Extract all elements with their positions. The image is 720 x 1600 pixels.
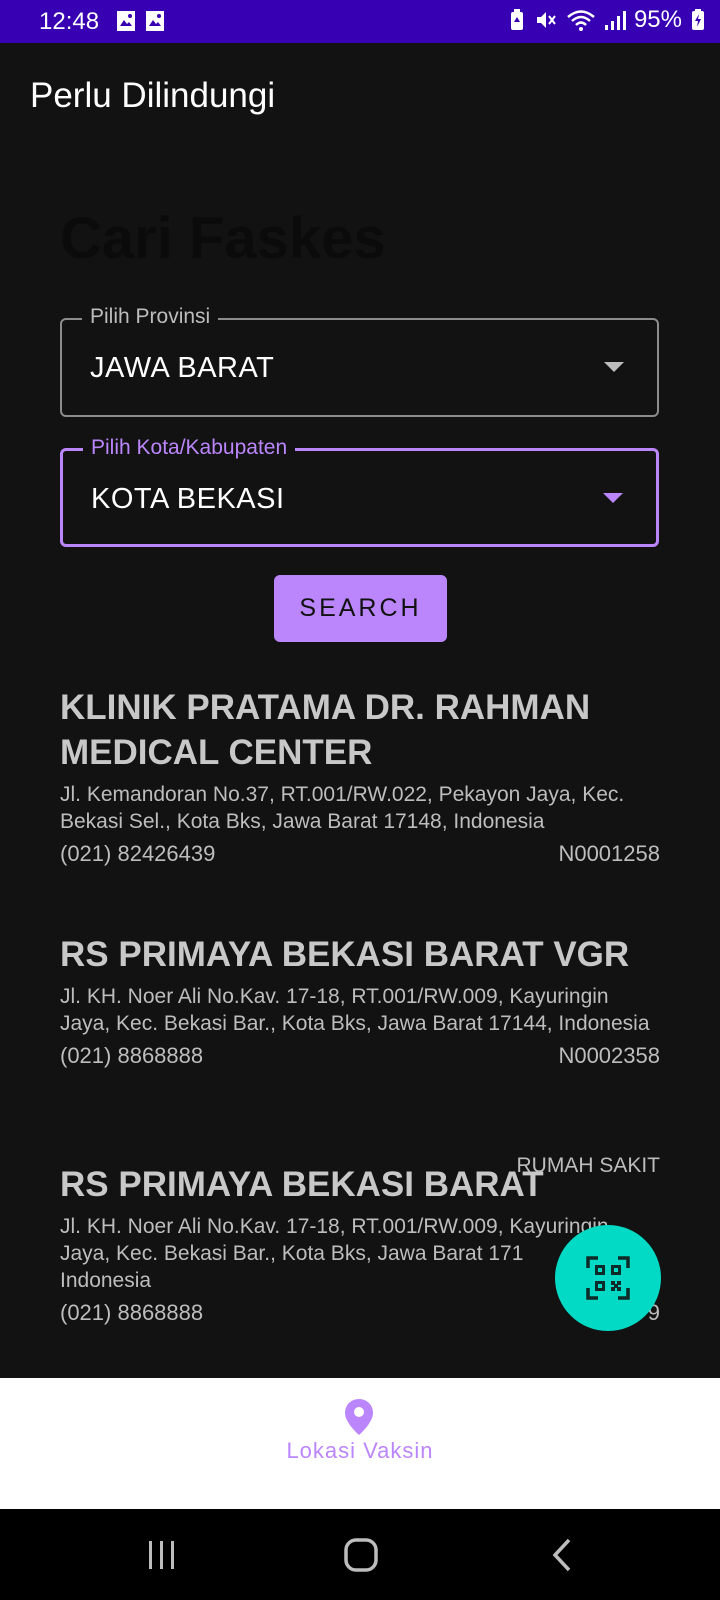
battery-charging-icon — [692, 9, 704, 30]
gallery-icon — [117, 11, 135, 31]
gallery-icon — [146, 11, 164, 31]
app-title: Perlu Dilindungi — [30, 76, 276, 115]
facility-address: Jl. KH. Noer Ali No.Kav. 17-18, RT.001/R… — [60, 985, 650, 1035]
back-icon[interactable] — [551, 1538, 573, 1572]
location-pin-icon — [345, 1399, 373, 1435]
system-navigation-bar — [0, 1509, 720, 1600]
status-time: 12:48 — [39, 8, 100, 35]
facility-code: N0001258 — [558, 841, 660, 866]
facility-code: N0002358 — [558, 1043, 660, 1068]
battery-level: 95% — [633, 6, 682, 33]
province-value: JAWA BARAT — [90, 352, 275, 384]
province-label: Pilih Provinsi — [82, 305, 219, 329]
province-dropdown[interactable]: Pilih Provinsi JAWA BARAT — [60, 305, 659, 417]
page-title: Cari Faskes — [60, 206, 386, 271]
bottom-navigation: Lokasi Vaksin — [0, 1378, 720, 1509]
dropdown-arrow-icon — [604, 362, 624, 372]
status-bar: 12:48 95% — [0, 0, 720, 43]
city-label: Pilih Kota/Kabupaten — [83, 436, 296, 460]
home-icon[interactable] — [343, 1537, 379, 1573]
city-dropdown[interactable]: Pilih Kota/Kabupaten KOTA BEKASI — [60, 436, 659, 547]
list-item[interactable]: RS PRIMAYA BEKASI BARAT VGR Jl. KH. Noer… — [60, 932, 660, 1069]
facility-category: RUMAH SAKIT — [516, 1154, 660, 1177]
signal-icon — [604, 11, 626, 30]
nav-label: Lokasi Vaksin — [286, 1438, 434, 1463]
facility-name: KLINIK PRATAMA DR. RAHMAN MEDICAL CENTER — [60, 688, 591, 772]
search-button[interactable]: SEARCH — [274, 575, 447, 642]
facility-phone: (021) 8868888 — [60, 1043, 204, 1068]
qr-scan-icon — [586, 1256, 630, 1300]
battery-saver-icon — [510, 9, 523, 30]
list-item[interactable]: KLINIK PRATAMA DR. RAHMAN MEDICAL CENTER… — [60, 685, 660, 867]
mute-icon — [536, 12, 556, 28]
dropdown-arrow-icon — [603, 493, 623, 503]
facility-address: Jl. Kemandoran No.37, RT.001/RW.022, Pek… — [60, 783, 625, 833]
facility-phone: (021) 8868888 — [60, 1300, 204, 1325]
facility-name: RS PRIMAYA BEKASI BARAT VGR — [60, 935, 630, 974]
city-value: KOTA BEKASI — [91, 483, 285, 515]
recent-apps-icon[interactable] — [146, 1539, 178, 1571]
nav-item-lokasi-vaksin[interactable]: Lokasi Vaksin — [0, 1378, 720, 1509]
facility-phone: (021) 82426439 — [60, 841, 216, 866]
scan-qr-button[interactable] — [555, 1225, 661, 1331]
wifi-icon — [567, 10, 595, 31]
